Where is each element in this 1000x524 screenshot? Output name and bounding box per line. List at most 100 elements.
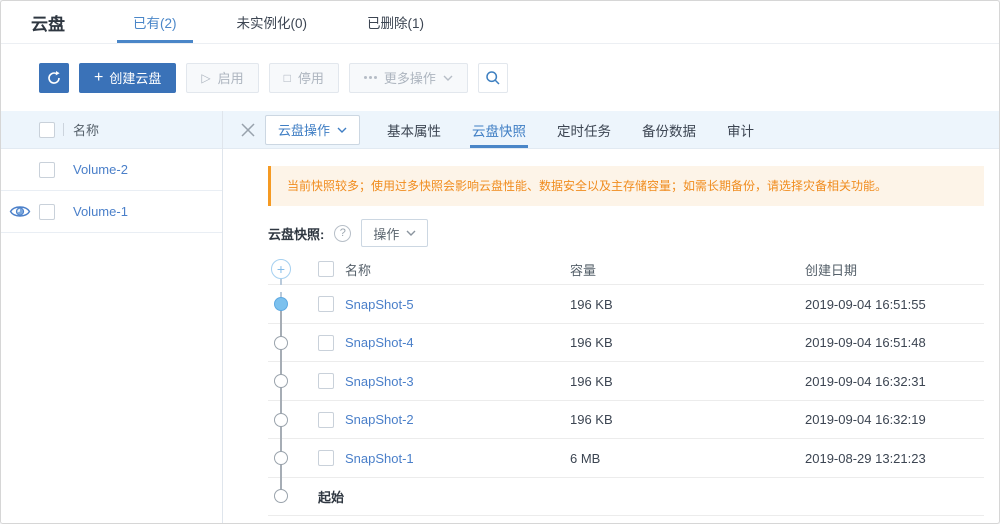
- page-title: 云盘: [31, 10, 65, 35]
- volume-checkbox[interactable]: [39, 204, 55, 220]
- detail-header-band: 云盘操作 基本属性 云盘快照 定时任务 备份数据 审计: [223, 111, 999, 149]
- snapshot-size: 196 KB: [570, 412, 805, 427]
- column-header-capacity: 容量: [570, 260, 805, 279]
- snapshot-row: SnapShot-3 196 KB 2019-09-04 16:32:31: [268, 362, 984, 401]
- column-header-name: 名称: [345, 260, 570, 279]
- tab-basic-properties[interactable]: 基本属性: [385, 111, 443, 148]
- origin-label: 起始: [318, 487, 344, 506]
- enable-label: 启用: [218, 68, 244, 87]
- timeline-gutter: [268, 336, 318, 350]
- snapshot-section-label: 云盘快照:: [268, 224, 324, 243]
- volume-actions-label: 云盘操作: [278, 120, 330, 139]
- tab-backup-data[interactable]: 备份数据: [640, 111, 698, 148]
- volume-checkbox[interactable]: [39, 162, 55, 178]
- snapshot-operation-label: 操作: [373, 224, 399, 243]
- snapshot-origin-row: 起始: [268, 478, 984, 516]
- snapshot-name-link[interactable]: SnapShot-1: [345, 451, 414, 466]
- detail-content: 当前快照较多；使用过多快照会影响云盘性能、数据安全以及主存储容量；如需长期备份，…: [223, 149, 999, 523]
- search-button[interactable]: [478, 63, 508, 93]
- snapshot-created: 2019-08-29 13:21:23: [805, 451, 984, 466]
- refresh-button[interactable]: [39, 63, 69, 93]
- close-icon[interactable]: [240, 122, 256, 138]
- select-all-checkbox[interactable]: [39, 122, 55, 138]
- timeline-dashed-connector: [280, 279, 282, 298]
- snapshot-name-link[interactable]: SnapShot-5: [345, 297, 414, 312]
- top-bar: 云盘 已有(2) 未实例化(0) 已删除(1): [1, 1, 999, 44]
- tab-scheduled-tasks[interactable]: 定时任务: [555, 111, 613, 148]
- snapshot-checkbox[interactable]: [318, 450, 334, 466]
- toolbar: + 创建云盘 ▷ 启用 □ 停用 更多操作: [1, 44, 999, 111]
- select-all-snapshots-checkbox[interactable]: [318, 261, 334, 277]
- timeline-origin-dot: [274, 489, 288, 503]
- snapshot-row: SnapShot-4 196 KB 2019-09-04 16:51:48: [268, 324, 984, 363]
- eye-icon: [1, 204, 39, 219]
- volume-list-header: 名称: [1, 111, 222, 149]
- timeline-gutter: [268, 374, 318, 388]
- volume-row[interactable]: Volume-1: [1, 191, 222, 233]
- snapshot-checkbox[interactable]: [318, 412, 334, 428]
- snapshot-row: SnapShot-5 196 KB 2019-09-04 16:51:55: [268, 285, 984, 324]
- help-icon[interactable]: ?: [334, 225, 351, 242]
- stop-icon: □: [284, 71, 291, 85]
- main-area: 名称 Volume-2 Volume-1 云: [1, 111, 999, 523]
- volume-name-link[interactable]: Volume-2: [73, 162, 128, 177]
- search-icon: [485, 70, 501, 86]
- snapshot-row: SnapShot-1 6 MB 2019-08-29 13:21:23: [268, 439, 984, 478]
- snapshot-size: 196 KB: [570, 335, 805, 350]
- snapshot-table: + 名称 容量 创建日期 SnapShot-5 196 KB: [268, 254, 984, 516]
- snapshot-name-link[interactable]: SnapShot-4: [345, 335, 414, 350]
- play-icon: ▷: [201, 71, 210, 85]
- disable-label: 停用: [298, 68, 324, 87]
- snapshot-created: 2019-09-04 16:32:19: [805, 412, 984, 427]
- create-snapshot-icon[interactable]: +: [271, 259, 291, 279]
- snapshot-checkbox[interactable]: [318, 373, 334, 389]
- create-volume-label: 创建云盘: [109, 68, 161, 87]
- snapshot-size: 6 MB: [570, 451, 805, 466]
- timeline-connector: [280, 304, 282, 497]
- snapshot-section-header: 云盘快照: ? 操作: [268, 218, 984, 248]
- tab-audit[interactable]: 审计: [725, 111, 756, 148]
- snapshot-name-link[interactable]: SnapShot-2: [345, 412, 414, 427]
- more-actions-label: 更多操作: [384, 68, 436, 87]
- tab-volume-snapshots[interactable]: 云盘快照: [470, 111, 528, 148]
- snapshot-size: 196 KB: [570, 297, 805, 312]
- tab-existing[interactable]: 已有(2): [117, 1, 193, 43]
- snapshot-checkbox[interactable]: [318, 296, 334, 312]
- volume-name-link[interactable]: Volume-1: [73, 204, 128, 219]
- volume-row[interactable]: Volume-2: [1, 149, 222, 191]
- chevron-down-icon: [443, 75, 453, 81]
- volume-actions-dropdown[interactable]: 云盘操作: [265, 115, 360, 145]
- snapshot-created: 2019-09-04 16:51:55: [805, 297, 984, 312]
- snapshot-warning-banner: 当前快照较多；使用过多快照会影响云盘性能、数据安全以及主存储容量；如需长期备份，…: [268, 166, 984, 206]
- snapshot-operation-dropdown[interactable]: 操作: [361, 219, 428, 247]
- top-tabs: 已有(2) 未实例化(0) 已删除(1): [117, 1, 468, 43]
- enable-button[interactable]: ▷ 启用: [186, 63, 258, 93]
- chevron-down-icon: [337, 127, 347, 133]
- snapshot-checkbox[interactable]: [318, 335, 334, 351]
- snapshot-created: 2019-09-04 16:32:31: [805, 374, 984, 389]
- create-volume-button[interactable]: + 创建云盘: [79, 63, 176, 93]
- snapshot-size: 196 KB: [570, 374, 805, 389]
- detail-tabs: 基本属性 云盘快照 定时任务 备份数据 审计: [385, 111, 783, 148]
- column-header-created: 创建日期: [805, 260, 984, 279]
- timeline-gutter: [268, 489, 318, 503]
- more-dots-icon: [364, 76, 377, 79]
- plus-icon: +: [94, 70, 103, 86]
- timeline-dot: [274, 336, 288, 350]
- header-checkbox-cell: [318, 261, 345, 277]
- timeline-gutter: [268, 451, 318, 465]
- refresh-icon: [46, 70, 62, 86]
- chevron-down-icon: [406, 230, 416, 236]
- disable-button[interactable]: □ 停用: [269, 63, 339, 93]
- tab-deleted[interactable]: 已删除(1): [351, 1, 440, 43]
- snapshot-row: SnapShot-2 196 KB 2019-09-04 16:32:19: [268, 401, 984, 440]
- timeline-gutter: [268, 413, 318, 427]
- tab-not-instantiated[interactable]: 未实例化(0): [221, 1, 324, 43]
- snapshot-name-link[interactable]: SnapShot-3: [345, 374, 414, 389]
- timeline-dot: [274, 413, 288, 427]
- snapshot-created: 2019-09-04 16:51:48: [805, 335, 984, 350]
- more-actions-button[interactable]: 更多操作: [349, 63, 468, 93]
- volume-list-panel: 名称 Volume-2 Volume-1: [1, 111, 223, 523]
- timeline-dot: [274, 451, 288, 465]
- snapshot-table-header: + 名称 容量 创建日期: [268, 254, 984, 285]
